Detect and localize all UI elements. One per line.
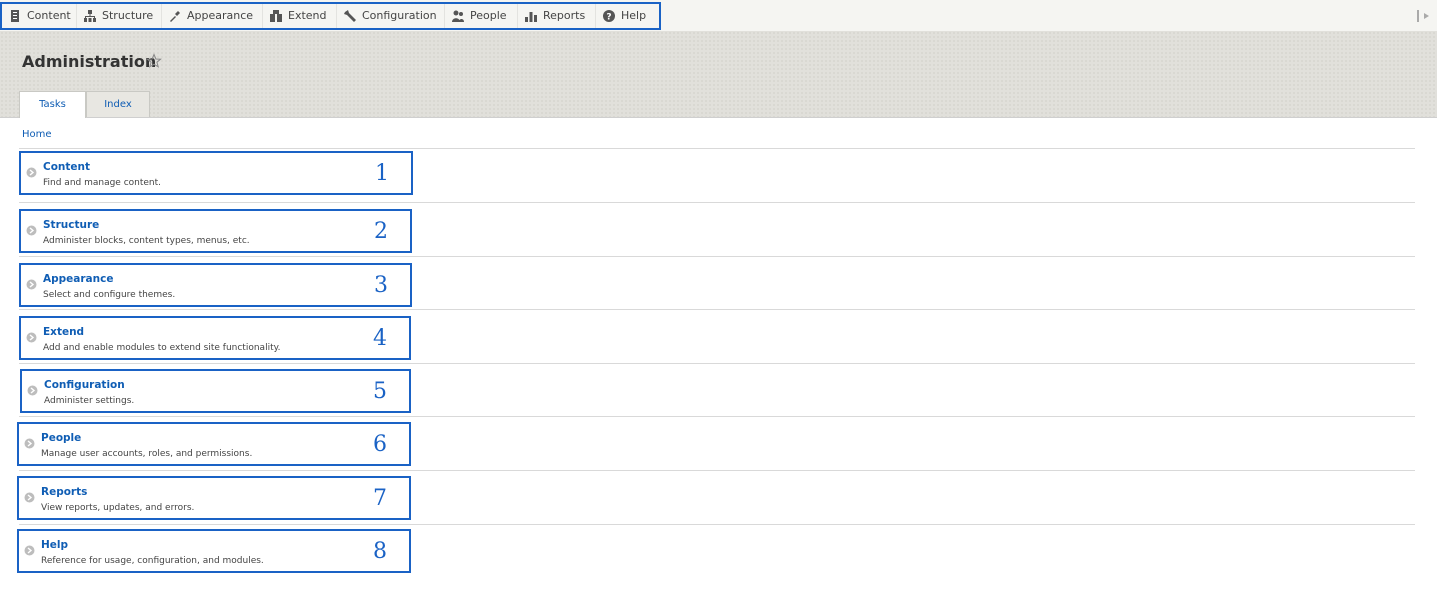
chevron-right-icon	[24, 434, 35, 449]
divider	[19, 309, 1415, 310]
toolbar-item-label: People	[470, 9, 507, 22]
people-icon	[451, 9, 465, 23]
task-configuration[interactable]: Configuration Administer settings. 5	[20, 369, 411, 413]
extend-icon	[269, 9, 283, 23]
divider	[19, 256, 1415, 257]
toolbar-item-extend[interactable]: Extend	[263, 4, 337, 28]
divider	[19, 363, 1415, 364]
task-people[interactable]: People Manage user accounts, roles, and …	[17, 422, 411, 466]
toolbar-item-structure[interactable]: Structure	[77, 4, 162, 28]
toolbar-item-label: Help	[621, 9, 647, 22]
divider	[19, 524, 1415, 525]
task-description: Reference for usage, configuration, and …	[41, 556, 264, 566]
chevron-right-icon	[26, 328, 37, 343]
annotation-number: 7	[373, 486, 387, 511]
task-title[interactable]: Reports	[41, 486, 87, 498]
task-description: View reports, updates, and errors.	[41, 503, 195, 513]
toolbar-item-label: Extend	[288, 9, 327, 22]
tab-tasks[interactable]: Tasks	[19, 91, 86, 118]
annotation-number: 3	[374, 273, 388, 298]
annotation-number: 2	[374, 219, 388, 244]
task-title[interactable]: Configuration	[44, 379, 125, 391]
chevron-right-icon	[26, 275, 37, 290]
toolbar-item-label: Reports	[543, 9, 586, 22]
toolbar-item-configuration[interactable]: Configuration	[337, 4, 445, 28]
task-structure[interactable]: Structure Administer blocks, content typ…	[19, 209, 412, 253]
task-description: Administer blocks, content types, menus,…	[43, 236, 250, 246]
divider	[19, 202, 1415, 203]
chevron-right-icon	[26, 163, 37, 178]
annotation-number: 6	[373, 432, 387, 457]
task-title[interactable]: People	[41, 432, 81, 444]
help-icon: ?	[602, 9, 616, 23]
chevron-right-icon	[27, 381, 38, 396]
wrench-icon	[343, 9, 357, 23]
chevron-right-icon	[24, 488, 35, 503]
toolbar-item-appearance[interactable]: Appearance	[162, 4, 263, 28]
task-description: Add and enable modules to extend site fu…	[43, 343, 281, 353]
tab-index[interactable]: Index	[86, 91, 150, 117]
toolbar-item-content[interactable]: Content	[2, 4, 77, 28]
toolbar-item-label: Configuration	[362, 9, 437, 22]
task-title[interactable]: Help	[41, 539, 68, 551]
toolbar-item-help[interactable]: ? Help	[596, 4, 658, 28]
task-description: Manage user accounts, roles, and permiss…	[41, 449, 253, 459]
toolbar-item-label: Structure	[102, 9, 154, 22]
structure-icon	[83, 9, 97, 23]
task-title[interactable]: Extend	[43, 326, 84, 338]
task-content[interactable]: Content Find and manage content. 1	[19, 151, 413, 195]
star-icon[interactable]	[146, 53, 162, 69]
reports-icon	[524, 9, 538, 23]
task-extend[interactable]: Extend Add and enable modules to extend …	[19, 316, 411, 360]
toolbar-item-reports[interactable]: Reports	[518, 4, 596, 28]
breadcrumb[interactable]: Home	[22, 129, 52, 140]
content-icon	[8, 9, 22, 23]
chevron-right-icon	[24, 541, 35, 556]
divider	[19, 148, 1415, 149]
task-title[interactable]: Structure	[43, 219, 99, 231]
annotation-number: 1	[375, 161, 389, 186]
task-description: Find and manage content.	[43, 178, 162, 188]
task-description: Select and configure themes.	[43, 290, 176, 300]
toolbar-item-label: Appearance	[187, 9, 254, 22]
task-help[interactable]: Help Reference for usage, configuration,…	[17, 529, 411, 573]
svg-text:?: ?	[606, 13, 611, 23]
divider	[19, 470, 1415, 471]
divider	[19, 416, 1415, 417]
task-reports[interactable]: Reports View reports, updates, and error…	[17, 476, 411, 520]
page-header: Administration Tasks Index	[0, 31, 1437, 118]
toolbar-item-people[interactable]: People	[445, 4, 518, 28]
page-title: Administration	[22, 52, 157, 71]
annotation-number: 8	[373, 539, 387, 564]
task-description: Administer settings.	[44, 396, 135, 406]
task-title[interactable]: Appearance	[43, 273, 113, 285]
task-appearance[interactable]: Appearance Select and configure themes. …	[19, 263, 412, 307]
annotation-number: 5	[373, 379, 387, 404]
toolbar-item-label: Content	[27, 9, 71, 22]
admin-toolbar: Content Structure Appearance Extend Conf…	[0, 0, 1437, 32]
toolbar-orientation-icon[interactable]	[1415, 8, 1431, 22]
annotation-number: 4	[373, 326, 387, 351]
chevron-right-icon	[26, 221, 37, 236]
task-title[interactable]: Content	[43, 161, 90, 173]
appearance-icon	[168, 9, 182, 23]
